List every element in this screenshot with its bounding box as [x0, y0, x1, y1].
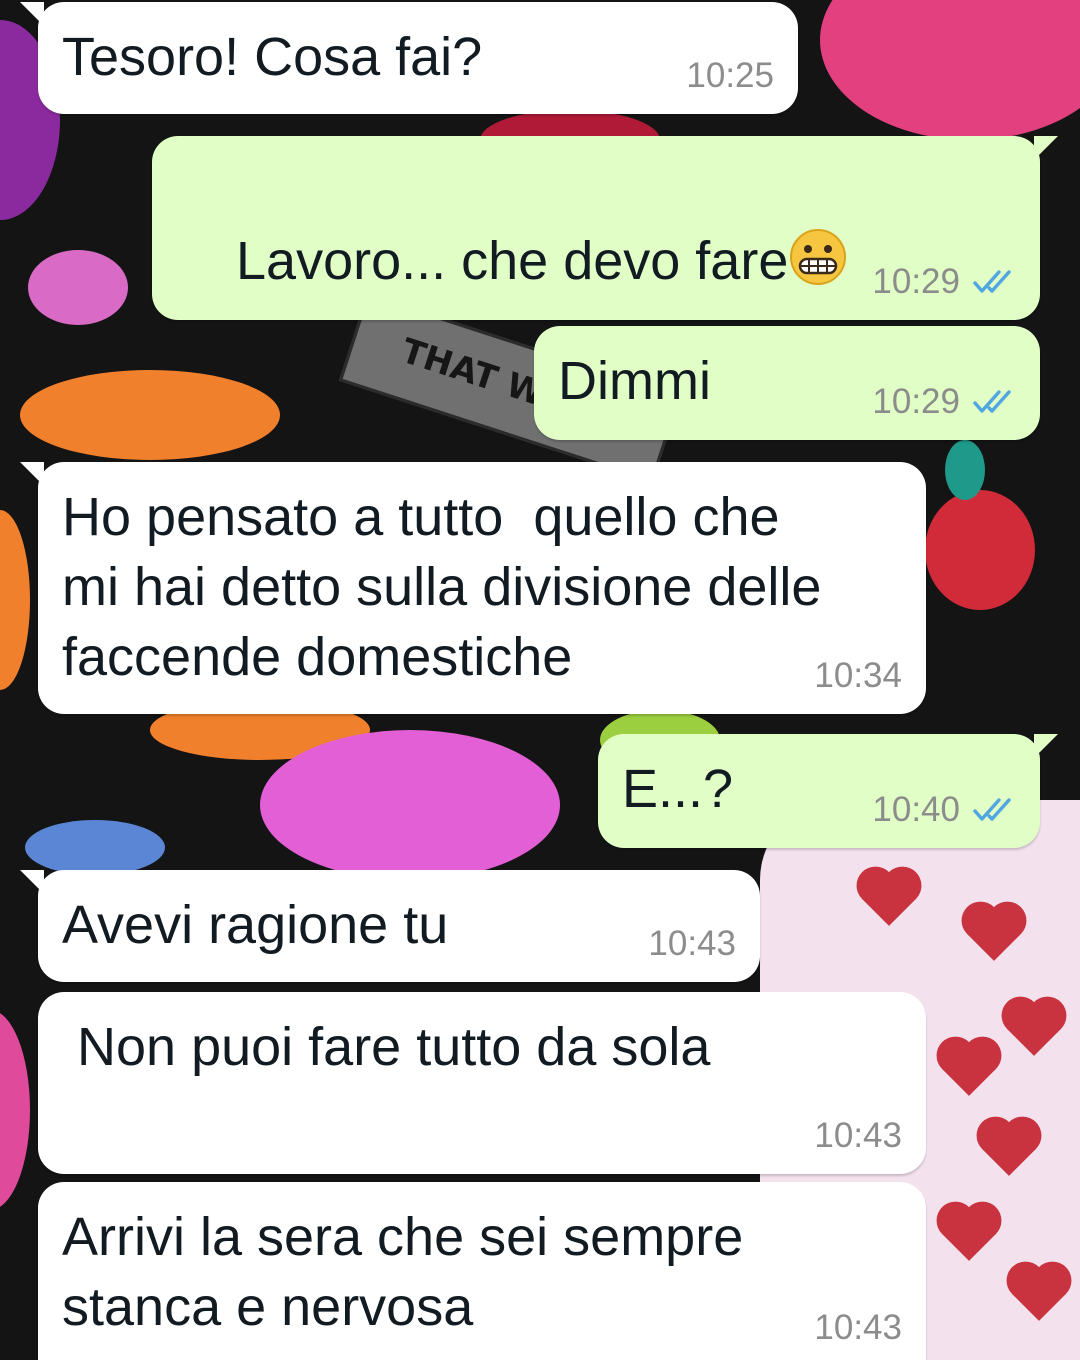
- message-text: Tesoro! Cosa fai?: [62, 27, 483, 87]
- wallpaper-orange-shape-left: [0, 510, 30, 690]
- message-text: E...?: [622, 759, 734, 819]
- message-time: 10:29: [872, 382, 960, 421]
- wallpaper-teal-leaf: [945, 440, 985, 500]
- message-meta: 10:34: [814, 656, 902, 696]
- message-meta: 10:43: [648, 924, 736, 964]
- message-bubble-outgoing[interactable]: E...? 10:40: [598, 734, 1058, 848]
- message-bubble-incoming[interactable]: Non puoi fare tutto da sola 10:43: [38, 992, 926, 1174]
- message-time: 10:25: [686, 56, 774, 95]
- message-text: Lavoro... che devo fare: [236, 231, 789, 291]
- message-meta: 10:29: [872, 382, 1016, 422]
- message-bubble-incoming[interactable]: Arrivi la sera che sei sempre stanca e n…: [38, 1182, 926, 1360]
- wallpaper-red-rose: [925, 490, 1035, 610]
- message-text: Arrivi la sera che sei sempre stanca e n…: [62, 1207, 744, 1337]
- message-meta: 10:29: [872, 262, 1016, 302]
- message-time: 10:29: [872, 262, 960, 301]
- message-bubble-incoming[interactable]: Ho pensato a tutto quello che mi hai det…: [20, 462, 926, 714]
- message-meta: 10:25: [686, 56, 774, 96]
- message-bubble-outgoing[interactable]: Dimmi 10:29: [534, 326, 1040, 440]
- message-text: Non puoi fare tutto da sola: [62, 1017, 711, 1077]
- message-bubble-outgoing[interactable]: Lavoro... che devo fare 10:29: [152, 136, 1058, 320]
- wallpaper-pink-cake: [820, 0, 1080, 140]
- message-bubble-incoming[interactable]: Avevi ragione tu 10:43: [20, 870, 760, 982]
- message-meta: 10:43: [814, 1308, 902, 1348]
- wallpaper-orange-teapot: [20, 370, 280, 460]
- double-check-icon: [973, 798, 1011, 821]
- message-time: 10:34: [814, 656, 902, 695]
- wallpaper-blue-cup: [25, 820, 165, 875]
- wallpaper-pink-rose: [28, 250, 128, 325]
- double-check-icon: [973, 390, 1011, 413]
- message-text: Ho pensato a tutto quello che mi hai det…: [62, 487, 822, 687]
- message-meta: 10:43: [814, 1116, 902, 1156]
- message-meta: 10:40: [872, 790, 1016, 830]
- wallpaper-pink-lips: [260, 730, 560, 880]
- message-time: 10:43: [814, 1308, 902, 1347]
- message-time: 10:43: [814, 1116, 902, 1155]
- grimacing-face-icon: [790, 229, 847, 285]
- message-text: Dimmi: [558, 351, 711, 411]
- wallpaper-pink-shape-bottom: [0, 1010, 30, 1210]
- double-check-icon: [973, 270, 1011, 293]
- message-text: Avevi ragione tu: [62, 895, 449, 955]
- message-time: 10:40: [872, 790, 960, 829]
- message-bubble-incoming[interactable]: Tesoro! Cosa fai? 10:25: [20, 2, 798, 114]
- message-time: 10:43: [648, 924, 736, 963]
